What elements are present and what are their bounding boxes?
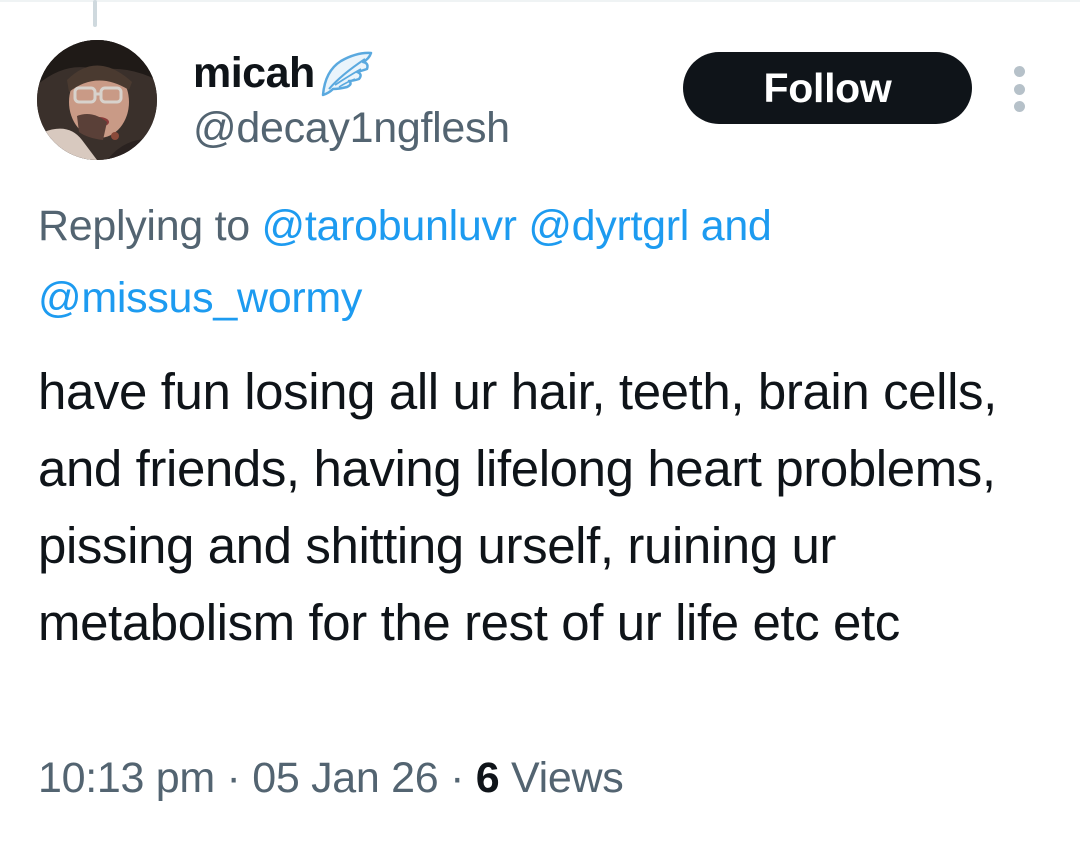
views-label: Views xyxy=(511,754,624,802)
mention-link[interactable]: @tarobunluvr xyxy=(261,202,516,250)
follow-button[interactable]: Follow xyxy=(683,52,972,124)
more-dot xyxy=(1013,101,1025,112)
more-vertical-icon[interactable] xyxy=(1004,66,1034,112)
tweet-text: have fun losing all ur hair, teeth, brai… xyxy=(38,363,997,651)
mention-link[interactable]: @missus_wormy xyxy=(38,274,362,322)
avatar[interactable] xyxy=(37,40,157,160)
author-handle[interactable]: @decay1ngflesh xyxy=(193,104,510,153)
tweet-date[interactable]: 05 Jan 26 xyxy=(252,754,438,803)
tweet-time[interactable]: 10:13 pm xyxy=(38,754,215,803)
more-dot xyxy=(1013,66,1025,77)
reply-conjunction: and xyxy=(700,202,772,250)
wing-icon xyxy=(319,49,373,104)
tweet-meta: 10:13 pm · 05 Jan 26 · 6 Views xyxy=(38,754,624,803)
more-dot xyxy=(1013,83,1025,95)
mention-link[interactable]: @dyrtgrl xyxy=(528,202,689,250)
top-divider xyxy=(0,0,1080,2)
author-name-row: micah xyxy=(193,40,373,106)
meta-separator: · xyxy=(450,754,465,802)
reply-context: Replying to @tarobunluvr @dyrtgrl and @m… xyxy=(38,190,1048,334)
views-count: 6 xyxy=(475,754,500,802)
meta-separator: · xyxy=(226,754,241,802)
reply-prefix: Replying to xyxy=(38,202,250,250)
author-display-name[interactable]: micah xyxy=(193,49,315,98)
thread-connector-line xyxy=(93,0,97,27)
